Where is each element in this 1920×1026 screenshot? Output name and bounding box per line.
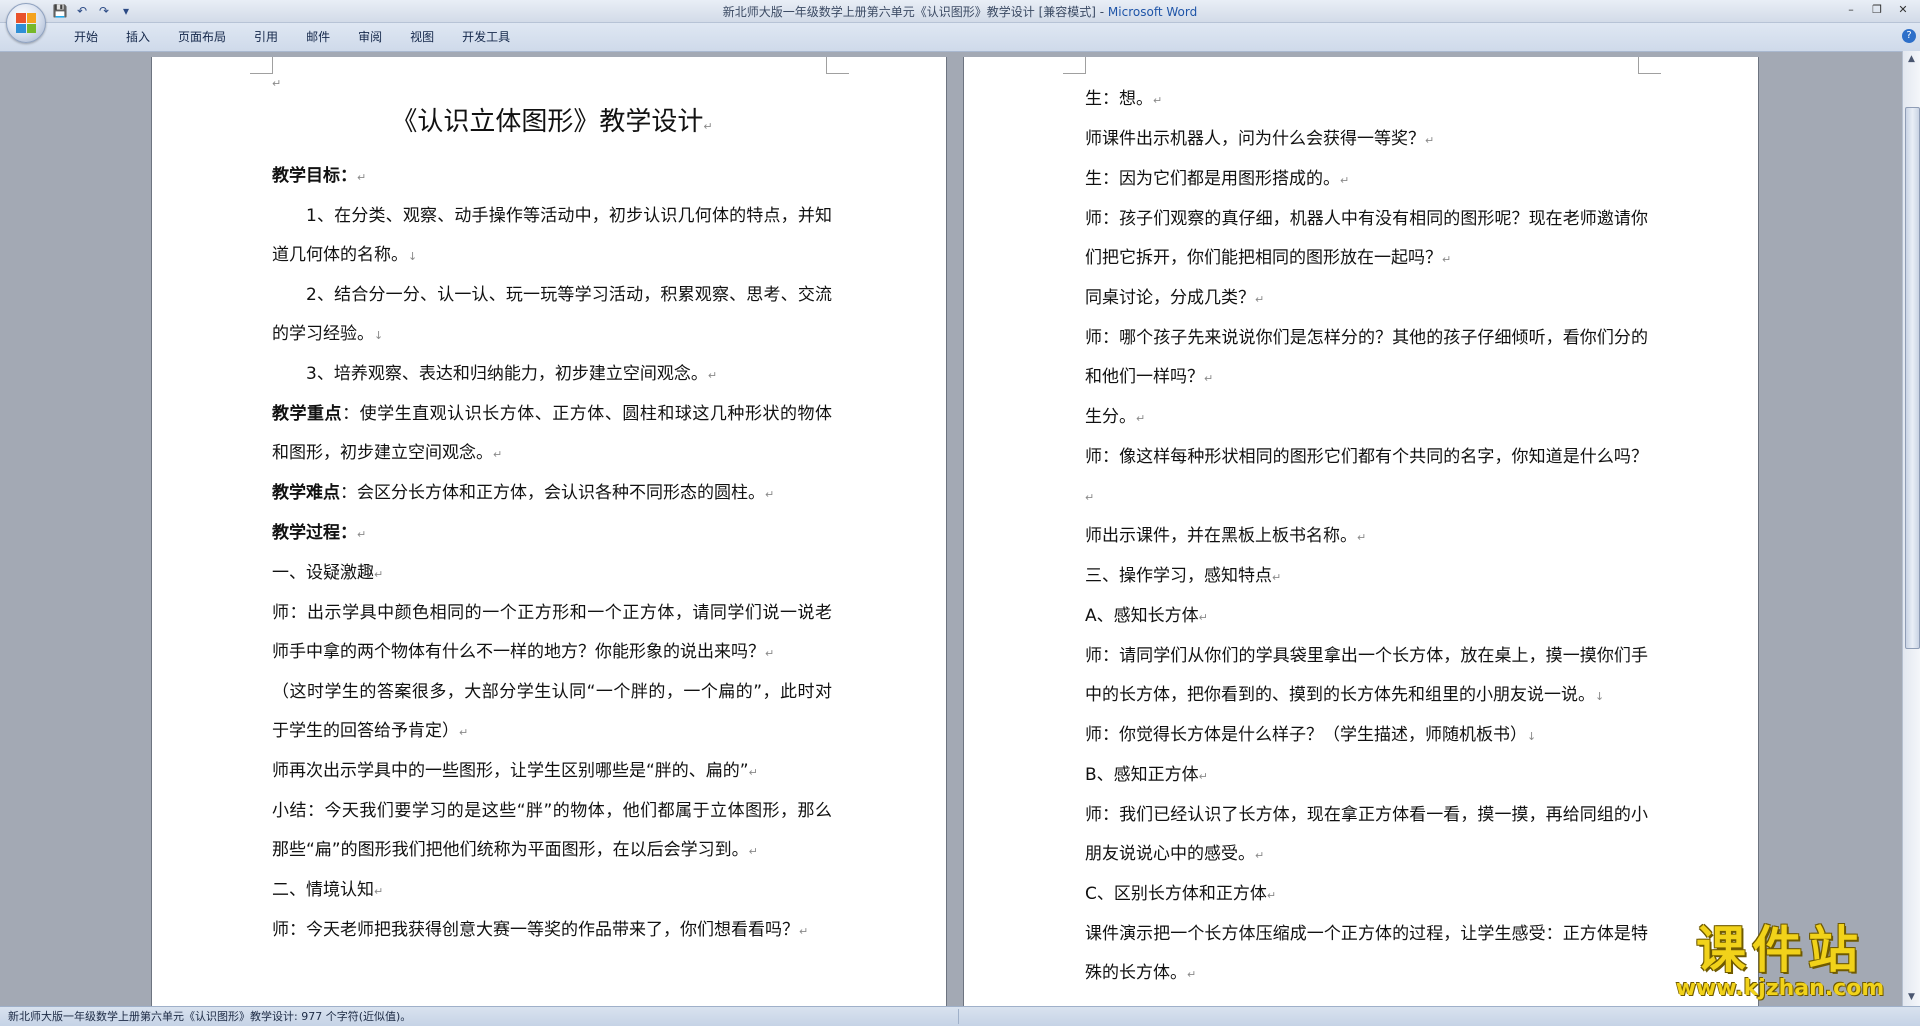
crop-mark [250,57,273,74]
body-paragraph: 二、情境认知↵ [272,880,384,900]
tab-view[interactable]: 视图 [396,29,448,45]
minimize-button[interactable]: – [1838,0,1864,18]
scroll-down-icon[interactable]: ▼ [1905,991,1918,1004]
crop-mark [1638,57,1661,74]
tab-developer[interactable]: 开发工具 [448,29,524,45]
body-paragraph: 师：哪个孩子先来说说你们是怎样分的？其他的孩子仔细倾听，看你们分的和他们一样吗？… [1085,328,1648,387]
scroll-up-icon[interactable]: ▲ [1905,53,1918,66]
body-paragraph: 一、设疑激趣↵ [272,563,384,583]
body-paragraph: 课件演示把一个长方体压缩成一个正方体的过程，让学生感受：正方体是特殊的长方体。↵ [1085,924,1648,983]
body-paragraph: （这时学生的答案很多，大部分学生认同“一个胖的，一个扁的”，此时对于学生的回答给… [272,682,832,741]
status-divider [958,1009,959,1024]
body-paragraph: 师：像这样每种形状相同的图形它们都有个共同的名字，你知道是什么吗？↵ [1085,447,1648,504]
objective-item: 2、结合分一分、认一认、玩一玩等学习活动，积累观察、思考、交流的学习经验。↓ [272,285,832,344]
ribbon-tabs: 开始 插入 页面布局 引用 邮件 审阅 视图 开发工具 [60,29,524,45]
tab-home[interactable]: 开始 [60,29,112,45]
document-title: 新北师大版一年级数学上册第六单元《认识图形》教学设计 [兼容模式] - [722,5,1108,19]
body-paragraph: 同桌讨论，分成几类？↵ [1085,288,1265,308]
body-paragraph: 生分。↵ [1085,407,1146,427]
paragraph-mark: ↵ [272,77,282,90]
title-bar: 💾 ↶ ↷ ▾ 新北师大版一年级数学上册第六单元《认识图形》教学设计 [兼容模式… [0,0,1920,23]
tab-page-layout[interactable]: 页面布局 [164,29,240,45]
body-paragraph: A、感知长方体↵ [1085,606,1208,626]
crop-mark [826,57,849,74]
body-paragraph: 生：想。↵ [1085,89,1163,109]
body-paragraph: 师：出示学具中颜色相同的一个正方形和一个正方体，请同学们说一说老师手中拿的两个物… [272,603,832,662]
document-page-left[interactable]: ↵ 《认识立体图形》教学设计↵ 教学目标：↵ 1、在分类、观察、动手操作等活动中… [152,57,946,1007]
crop-mark [1063,57,1086,74]
objective-item: 3、培养观察、表达和归纳能力，初步建立空间观念。↵ [306,364,718,384]
body-paragraph: 师：孩子们观察的真仔细，机器人中有没有相同的图形呢？现在老师邀请你们把它拆开，你… [1085,209,1648,268]
difficulty-points: 教学难点：会区分长方体和正方体，会认识各种不同形态的圆柱。↵ [272,483,775,503]
close-button[interactable]: ✕ [1890,0,1916,18]
tab-insert[interactable]: 插入 [112,29,164,45]
left-page-body: 《认识立体图形》教学设计↵ 教学目标：↵ 1、在分类、观察、动手操作等活动中，初… [272,102,832,951]
body-paragraph: B、感知正方体↵ [1085,765,1208,785]
office-button[interactable] [6,3,46,43]
app-name: Microsoft Word [1107,5,1198,19]
tab-references[interactable]: 引用 [240,29,292,45]
restore-button[interactable]: ❐ [1864,0,1890,18]
status-bar: 新北师大版一年级数学上册第六单元《认识图形》教学设计: 977 个字符(近似值)… [0,1006,1920,1026]
body-paragraph: 小结：今天我们要学习的是这些“胖”的物体，他们都属于立体图形，那么那些“扁”的图… [272,801,832,860]
office-logo-icon [16,13,36,33]
key-points: 教学重点：使学生直观认识长方体、正方体、圆柱和球这几种形状的物体和图形，初步建立… [272,404,833,463]
status-text: 新北师大版一年级数学上册第六单元《认识图形》教学设计: 977 个字符(近似值)… [8,1010,412,1023]
help-icon[interactable]: ? [1902,29,1916,43]
window-controls: – ❐ ✕ [1838,0,1916,18]
right-page-body: 生：想。↵ 师课件出示机器人，问为什么会获得一等奖？↵ 生：因为它们都是用图形搭… [1085,80,1648,994]
body-paragraph: 师：你觉得长方体是什么样子？（学生描述，师随机板书）↓ [1085,725,1537,745]
watermark-main: 课件站 [1696,921,1864,979]
body-paragraph: 师：请同学们从你们的学具袋里拿出一个长方体，放在桌上，摸一摸你们手中的长方体，把… [1085,646,1648,705]
objective-item: 1、在分类、观察、动手操作等活动中，初步认识几何体的特点，并知道几何体的名称。↓ [272,206,832,265]
tab-review[interactable]: 审阅 [344,29,396,45]
body-paragraph: C、区别长方体和正方体↵ [1085,884,1277,904]
scrollbar-thumb[interactable] [1905,107,1920,649]
body-paragraph: 师课件出示机器人，问为什么会获得一等奖？↵ [1085,129,1435,149]
body-paragraph: 师：我们已经认识了长方体，现在拿正方体看一看，摸一摸，再给同组的小朋友说说心中的… [1085,805,1648,864]
kjzhan-watermark: 课件站 www.kjzhan.com [1660,922,1900,1002]
body-paragraph: 师再次出示学具中的一些图形，让学生区别哪些是“胖的、扁的”↵ [272,761,758,781]
window-title: 新北师大版一年级数学上册第六单元《认识图形》教学设计 [兼容模式] - Micr… [0,3,1920,20]
vertical-scrollbar[interactable]: ▲ ▼ [1902,51,1920,1006]
body-paragraph: 师出示课件，并在黑板上板书名称。↵ [1085,526,1367,546]
ribbon: 开始 插入 页面布局 引用 邮件 审阅 视图 开发工具 ? [0,23,1920,52]
body-paragraph: 三、操作学习，感知特点↵ [1085,566,1282,586]
document-heading: 《认识立体图形》教学设计↵ [391,107,713,137]
tab-mailings[interactable]: 邮件 [292,29,344,45]
objectives-heading: 教学目标：↵ [272,166,367,186]
watermark-url: www.kjzhan.com [1675,976,1885,1001]
body-paragraph: 师：今天老师把我获得创意大赛一等奖的作品带来了，你们想看看吗？↵ [272,920,809,940]
body-paragraph: 生：因为它们都是用图形搭成的。↵ [1085,169,1350,189]
document-page-right[interactable]: 生：想。↵ 师课件出示机器人，问为什么会获得一等奖？↵ 生：因为它们都是用图形搭… [964,57,1758,1007]
process-heading: 教学过程：↵ [272,523,367,543]
